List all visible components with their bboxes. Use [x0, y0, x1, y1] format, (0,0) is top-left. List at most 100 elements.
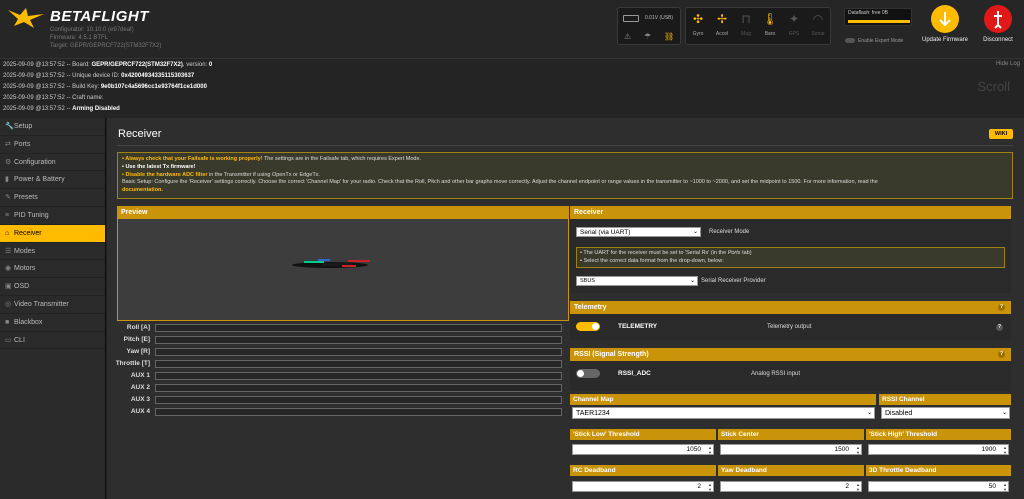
sidebar-item-power-battery[interactable]: ▮ Power & Battery	[0, 171, 105, 190]
osd-icon: ▣	[5, 283, 12, 291]
dataflash-bar	[848, 20, 910, 23]
wiki-button[interactable]: WIKI	[989, 129, 1013, 139]
sensor-gyro: ✣ Gyro	[686, 11, 710, 37]
channel-label-aux4: AUX 4	[130, 408, 150, 415]
receiver-hint: • The UART for the receiver must be set …	[576, 247, 1005, 268]
receiver-mode-label: Receiver Mode	[709, 229, 750, 235]
blackbox-icon: ■	[5, 318, 10, 326]
sidebar-item-modes[interactable]: ☰ Modes	[0, 243, 105, 261]
vtx-icon: ◎	[5, 300, 12, 308]
log-line: 2025-09-09 @13:57:52 -- Arming Disabled	[3, 106, 120, 112]
top-bar: BETAFLIGHT Configurator: 10.10.0 (e97dea…	[0, 0, 1024, 58]
motor-icon: ◉	[5, 265, 12, 273]
throttle-deadband-input[interactable]: 50 ▲ ▼	[868, 481, 1009, 492]
sensor-sonar: ◠ Sonar	[806, 11, 830, 37]
channel-bar-aux2	[155, 384, 562, 392]
chevron-down-icon: ⌄	[689, 278, 695, 284]
sonar-icon: ◠	[812, 12, 824, 26]
spinner-icon[interactable]: ▲ ▼	[856, 482, 860, 492]
expert-mode-toggle[interactable]: Enable Expert Mode	[845, 38, 903, 44]
help-icon[interactable]: ?	[998, 351, 1005, 358]
spinner-icon[interactable]: ▲ ▼	[708, 445, 712, 455]
log-line: 2025-09-09 @13:57:52 -- Unique device ID…	[3, 73, 195, 79]
battery-icon: ▮	[5, 176, 9, 184]
spinner-icon[interactable]: ▲ ▼	[1003, 482, 1007, 492]
documentation-link[interactable]: documentation.	[122, 187, 163, 193]
scroll-label[interactable]: Scroll	[977, 79, 1010, 94]
channel-bar-aux3	[155, 396, 562, 404]
telemetry-toggle[interactable]	[576, 322, 600, 331]
sidebar-item-presets[interactable]: ✎ Presets	[0, 189, 105, 207]
yaw-deadband-header: Yaw Deadband	[718, 465, 864, 476]
channel-map-header: Channel Map	[570, 394, 876, 405]
sidebar-item-pid-tuning[interactable]: ≡ PID Tuning	[0, 207, 105, 225]
telemetry-header: Telemetry?	[570, 301, 1011, 314]
channel-bar-pitch	[155, 336, 562, 344]
baro-icon: 🌡	[762, 12, 778, 26]
yaw-deadband-input[interactable]: 2 ▲ ▼	[720, 481, 862, 492]
help-icon[interactable]: ?	[998, 304, 1005, 311]
stick-low-header: 'Stick Low' Threshold	[570, 429, 716, 440]
brand-title: BETAFLIGHT	[50, 8, 149, 25]
stick-center-input[interactable]: 1500 ▲ ▼	[720, 444, 862, 455]
sidebar-item-osd[interactable]: ▣ OSD	[0, 278, 105, 296]
plug-icon: ⇄	[5, 140, 11, 148]
chevron-down-icon: ⌄	[1001, 410, 1007, 416]
stick-high-input[interactable]: 1900 ▲ ▼	[868, 444, 1009, 455]
usb-icon	[994, 11, 1002, 29]
mag-icon: ⊓	[741, 12, 751, 26]
download-icon	[939, 12, 951, 27]
rssi-adc-toggle[interactable]	[576, 369, 600, 378]
rssi-channel-select[interactable]: Disabled ⌄	[881, 407, 1010, 419]
quad-model-icon	[292, 259, 370, 268]
rssi-description: Analog RSSI input	[751, 371, 801, 377]
spinner-icon[interactable]: ▲ ▼	[856, 445, 860, 455]
channel-bar-throttle	[155, 360, 562, 368]
update-firmware-label[interactable]: Update Firmware	[920, 36, 970, 44]
dataflash-label: Dataflash: free 0B	[848, 10, 889, 16]
preview-header: Preview	[117, 206, 569, 219]
channel-map-select[interactable]: TAER1234 ⌄	[572, 407, 875, 419]
gear-icon: ⚙	[5, 158, 12, 166]
sidebar-item-ports[interactable]: ⇄ Ports	[0, 136, 105, 154]
sidebar-item-blackbox[interactable]: ■ Blackbox	[0, 314, 105, 332]
firmware-version: Firmware: 4.5.1 BTFL	[50, 35, 109, 41]
stick-high-header: 'Stick High' Threshold	[866, 429, 1011, 440]
throttle-deadband-header: 3D Throttle Deadband	[866, 465, 1011, 476]
stick-low-input[interactable]: 1050 ▲ ▼	[572, 444, 714, 455]
sidebar-item-cli[interactable]: ▭ CLI	[0, 332, 105, 350]
configurator-version: Configurator: 10.10.0 (e97deaf)	[50, 27, 134, 33]
sidebar-item-configuration[interactable]: ⚙ Configuration	[0, 154, 105, 172]
power-panel: 0.01V (USB) ⚠ ☂ ⛓	[617, 7, 681, 45]
telemetry-description: Telemetry output	[767, 324, 812, 330]
sidebar-item-motors[interactable]: ◉ Motors	[0, 260, 105, 279]
disconnect-label[interactable]: Disconnect	[973, 36, 1023, 44]
spinner-icon[interactable]: ▲ ▼	[1003, 445, 1007, 455]
model-preview	[117, 219, 569, 321]
sensor-accel: ✢ Accel	[710, 11, 734, 37]
update-firmware-button[interactable]	[931, 5, 959, 33]
log-line: 2025-09-09 @13:57:52 -- Craft name:	[3, 95, 104, 101]
channel-bar-yaw	[155, 348, 562, 356]
stick-center-header: Stick Center	[718, 429, 864, 440]
sensor-panel: ✣ Gyro ✢ Accel ⊓ Mag 🌡 Baro ✦ GPS ◠ Sonar	[685, 7, 831, 45]
serial-provider-select[interactable]: SBUS ⌄	[576, 276, 698, 286]
chevron-down-icon: ⌄	[866, 410, 872, 416]
receiver-mode-select[interactable]: Serial (via UART) ⌄	[576, 227, 701, 237]
toggle-icon[interactable]	[845, 38, 855, 44]
battery-voltage: 0.01V (USB)	[645, 15, 674, 21]
telemetry-label: TELEMETRY	[618, 323, 658, 330]
disconnect-button[interactable]	[984, 5, 1012, 33]
spinner-icon[interactable]: ▲ ▼	[708, 482, 712, 492]
sidebar-item-setup[interactable]: 🔧Setup	[0, 118, 105, 136]
rc-deadband-header: RC Deadband	[570, 465, 716, 476]
channel-label-aux3: AUX 3	[130, 396, 150, 403]
help-icon[interactable]: ?	[996, 324, 1003, 331]
sidebar-item-receiver[interactable]: ⌂ Receiver	[0, 224, 105, 243]
wrench-icon: 🔧	[5, 123, 14, 130]
modes-icon: ☰	[5, 247, 12, 255]
receiver-icon: ⌂	[5, 229, 10, 237]
sidebar-item-video-transmitter[interactable]: ◎ Video Transmitter	[0, 296, 105, 314]
hide-log-link[interactable]: Hide Log	[996, 61, 1020, 67]
rc-deadband-input[interactable]: 2 ▲ ▼	[572, 481, 714, 492]
